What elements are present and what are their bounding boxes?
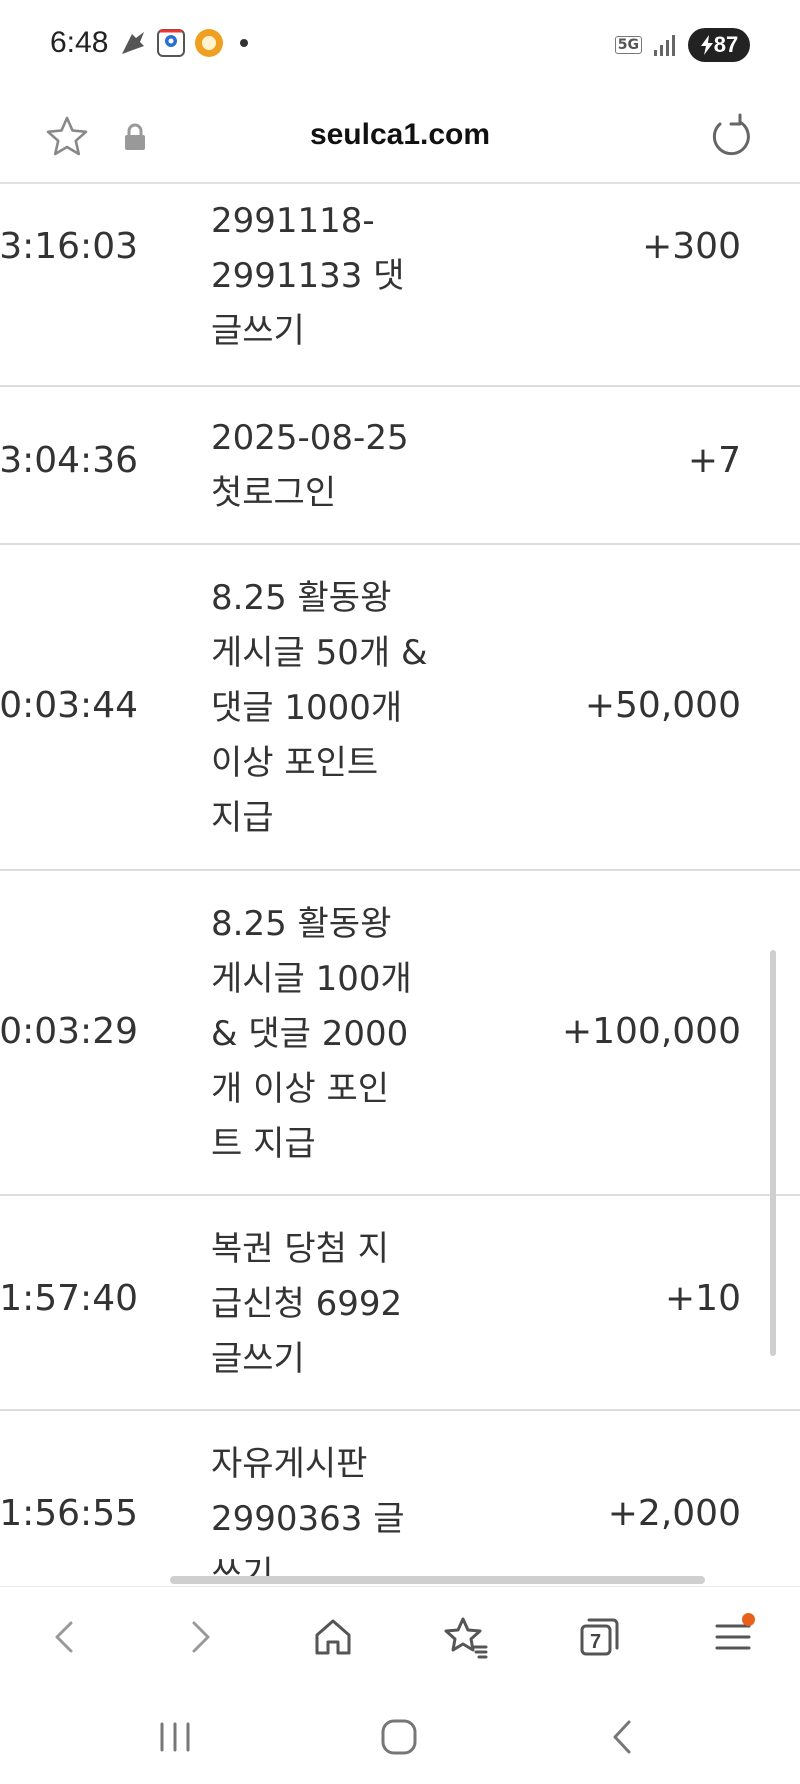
row-description: 8.25 활동왕 게시글 50개 & 댓글 1000개 이상 포인트 지급 (211, 571, 441, 846)
row-time: 03:16:03 (0, 226, 138, 267)
desc-line: 2990363 글 (211, 1499, 405, 1539)
desc-line: 트 지급 (211, 1124, 316, 1164)
horizontal-scrollbar[interactable] (170, 1576, 705, 1584)
row-time: 03:04:36 (0, 440, 138, 481)
desc-line: 게시글 50개 & (211, 633, 428, 673)
signal-icon (654, 35, 675, 56)
table-row: 00:03:44 8.25 활동왕 게시글 50개 & 댓글 1000개 이상 … (0, 545, 800, 871)
desc-line: 댓글 1000개 (211, 688, 403, 728)
row-description: 2991118- 2991133 댓 글쓰기 (211, 194, 441, 359)
url-field[interactable]: seulca1.com (0, 118, 800, 152)
desc-line: & 댓글 2000 (211, 1014, 409, 1054)
menu-notification-dot (742, 1613, 755, 1626)
desc-line: 자유게시판 (211, 1444, 368, 1484)
row-description: 자유게시판 2990363 글 쓰기 (211, 1437, 441, 1584)
row-points: +2,000 (607, 1493, 741, 1534)
app-notification-icon (122, 32, 144, 54)
maps-notification-icon (157, 29, 185, 57)
desc-line: 2991133 댓 (211, 256, 405, 296)
status-bar: 6:48 5G 87 (0, 0, 800, 92)
points-history-table: 03:16:03 2991118- 2991133 댓 글쓰기 +300 03:… (0, 184, 800, 1584)
row-time: 21:57:40 (0, 1278, 138, 1319)
home-nav-icon[interactable] (374, 1712, 424, 1762)
battery-level: 87 (713, 32, 739, 57)
browser-toolbar: 7 (0, 1586, 800, 1686)
desc-line: 이상 포인트 (211, 743, 379, 783)
table-row: 03:16:03 2991118- 2991133 댓 글쓰기 +300 (0, 184, 800, 387)
table-row: 03:04:36 2025-08-25 첫로그인 +7 (0, 387, 800, 545)
desc-line: 개 이상 포인 (211, 1069, 390, 1109)
row-description: 8.25 활동왕 게시글 100개 & 댓글 2000 개 이상 포인 트 지급 (211, 897, 441, 1172)
forward-button[interactable] (168, 1605, 232, 1669)
row-points: +300 (642, 226, 741, 267)
home-button[interactable] (301, 1605, 365, 1669)
desc-line: 급신청 6992 (211, 1284, 403, 1324)
table-row: 21:57:40 복권 당첨 지 급신청 6992 글쓰기 +10 (0, 1196, 800, 1411)
row-points: +10 (665, 1278, 741, 1319)
desc-line: 8.25 활동왕 (211, 578, 392, 618)
desc-line: 글쓰기 (211, 311, 305, 351)
row-points: +100,000 (561, 1011, 741, 1052)
more-notifications-dot (240, 39, 248, 47)
recent-apps-icon[interactable] (150, 1712, 200, 1762)
row-description: 복권 당첨 지 급신청 6992 글쓰기 (211, 1222, 441, 1387)
star-list-icon (444, 1617, 488, 1659)
tabs-button[interactable]: 7 (568, 1605, 632, 1669)
desc-line: 글쓰기 (211, 1339, 305, 1379)
desc-line: 2025-08-25 (211, 418, 409, 458)
row-points: +7 (687, 440, 741, 481)
table-row: 21:56:55 자유게시판 2990363 글 쓰기 +2,000 (0, 1411, 800, 1584)
desc-line: 첫로그인 (211, 473, 337, 513)
system-status: 5G 87 (614, 28, 750, 62)
table-row: 00:03:29 8.25 활동왕 게시글 100개 & 댓글 2000 개 이… (0, 871, 800, 1196)
notification-icons (118, 28, 248, 58)
battery-indicator: 87 (688, 28, 750, 62)
desc-line: 8.25 활동왕 (211, 904, 392, 944)
desc-line: 지급 (211, 798, 274, 838)
desc-line: 2991118- (211, 201, 375, 241)
tabs-count: 7 (590, 1631, 602, 1653)
home-icon (315, 1619, 351, 1655)
back-button[interactable] (33, 1605, 97, 1669)
address-bar: seulca1.com (0, 92, 800, 184)
menu-button[interactable] (701, 1605, 765, 1669)
row-points: +50,000 (584, 685, 741, 726)
system-navigation-bar (0, 1686, 800, 1784)
back-nav-icon[interactable] (598, 1712, 648, 1762)
row-time: 21:56:55 (0, 1493, 138, 1534)
charging-bolt-icon (700, 35, 713, 55)
network-type: 5G (614, 36, 642, 54)
bookmarks-button[interactable] (434, 1605, 498, 1669)
chevron-right-icon (192, 1621, 210, 1653)
row-time: 00:03:44 (0, 685, 138, 726)
desc-line: 복권 당첨 지 (211, 1229, 390, 1269)
row-time: 00:03:29 (0, 1011, 138, 1052)
reload-icon[interactable] (706, 112, 756, 162)
orange-app-notification-icon (195, 29, 223, 57)
desc-line: 게시글 100개 (211, 959, 412, 999)
chevron-left-icon (55, 1621, 73, 1653)
status-time: 6:48 (50, 26, 109, 59)
vertical-scrollbar[interactable] (770, 950, 776, 1356)
row-description: 2025-08-25 첫로그인 (211, 411, 441, 521)
